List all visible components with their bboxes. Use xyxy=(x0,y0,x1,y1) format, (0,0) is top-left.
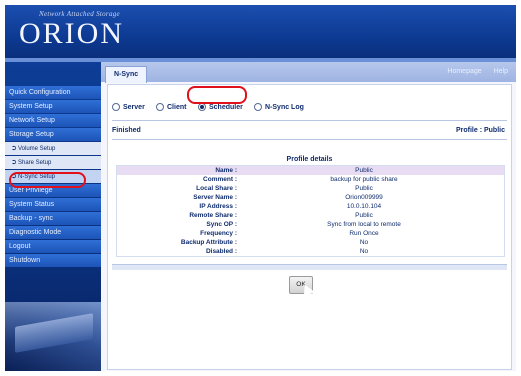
sidebar-item-backup-sync[interactable]: Backup - sync xyxy=(5,212,101,225)
details-footer-bar xyxy=(112,264,507,270)
detail-label: Frequency : xyxy=(200,230,237,237)
sidebar-subitem-label: Share Setup xyxy=(18,160,52,166)
detail-value: Run Once xyxy=(349,230,379,237)
radio-selected-icon xyxy=(198,103,206,112)
arrow-icon: ➲ xyxy=(11,145,17,152)
tab-bar: N-Sync Homepage Help xyxy=(101,62,516,83)
detail-row: Local Share : Public xyxy=(117,184,504,193)
detail-row: Sync OP : Sync from local to remote xyxy=(117,220,504,229)
detail-row: Name : Public xyxy=(117,166,504,175)
detail-label: Local Share : xyxy=(196,185,237,192)
divider xyxy=(112,139,507,140)
sidebar-item-system-setup[interactable]: System Setup xyxy=(5,100,101,113)
detail-row: Frequency : Run Once xyxy=(117,229,504,238)
sidebar-item-system-status[interactable]: System Status xyxy=(5,198,101,211)
detail-row: Disabled : No xyxy=(117,247,504,256)
profile-label: Profile : Public xyxy=(455,127,505,134)
sidebar-subitem-share-setup[interactable]: ➲Share Setup xyxy=(5,156,101,169)
status-text: Finished xyxy=(112,127,141,134)
detail-value: Sync from local to remote xyxy=(327,221,401,228)
detail-label: Comment : xyxy=(203,176,237,183)
radio-label: Scheduler xyxy=(209,104,243,111)
arrow-icon: ➲ xyxy=(11,159,17,166)
detail-row: Server Name : Orion009999 xyxy=(117,193,504,202)
top-links: Homepage Help xyxy=(437,68,508,75)
detail-label: Backup Attribute : xyxy=(180,239,237,246)
detail-value: Public xyxy=(355,212,373,219)
mode-radio-group: Server Client Scheduler N-Sync Log xyxy=(108,101,511,115)
detail-value: 10.0.10.104 xyxy=(346,203,382,210)
detail-row: IP Address : 10.0.10.104 xyxy=(117,202,504,211)
detail-label: Remote Share : xyxy=(189,212,237,219)
radio-label: Server xyxy=(123,104,145,111)
detail-label: Disabled : xyxy=(205,248,237,255)
scheduler-highlight xyxy=(187,86,247,104)
sidebar-item-storage-setup[interactable]: Storage Setup xyxy=(5,128,101,141)
sidebar-item-shutdown[interactable]: Shutdown xyxy=(5,254,101,267)
detail-value: No xyxy=(359,248,369,255)
radio-client[interactable]: Client xyxy=(156,101,186,115)
profile-details-title: Profile details xyxy=(286,156,333,163)
homepage-link[interactable]: Homepage xyxy=(447,68,481,75)
sidebar-item-quick-configuration[interactable]: Quick Configuration xyxy=(5,86,101,99)
radio-circle-icon xyxy=(254,103,262,112)
orion-logo: ORION xyxy=(19,17,124,50)
sidebar-device-image xyxy=(5,302,101,371)
detail-value: Public xyxy=(355,167,373,174)
detail-value: Public xyxy=(355,185,373,192)
detail-row: Comment : backup for public share xyxy=(117,175,504,184)
sidebar-subitem-volume-setup[interactable]: ➲Volume Setup xyxy=(5,142,101,155)
main-content: N-Sync Homepage Help Server Client Sched… xyxy=(101,62,516,371)
sidebar-item-diagnostic-mode[interactable]: Diagnostic Mode xyxy=(5,226,101,239)
detail-row: Remote Share : Public xyxy=(117,211,504,220)
nsync-setup-highlight xyxy=(9,172,86,188)
detail-label: IP Address : xyxy=(199,203,237,210)
radio-server[interactable]: Server xyxy=(112,101,145,115)
detail-value: No xyxy=(359,239,369,246)
radio-label: Client xyxy=(167,104,187,111)
sidebar: Quick Configuration System Setup Network… xyxy=(5,62,101,371)
tab-nsync[interactable]: N-Sync xyxy=(105,66,148,83)
detail-label: Sync OP : xyxy=(206,221,237,228)
app-window: Network Attached Storage ORION Quick Con… xyxy=(5,5,516,371)
help-link[interactable]: Help xyxy=(494,68,508,75)
detail-row: Backup Attribute : No xyxy=(117,238,504,247)
profile-details-table: Name : Public Comment : backup for publi… xyxy=(116,165,505,257)
detail-label: Name : xyxy=(215,167,237,174)
header-banner: Network Attached Storage ORION xyxy=(5,5,516,58)
detail-label: Server Name : xyxy=(193,194,237,201)
nsync-panel: Server Client Scheduler N-Sync Log Finis… xyxy=(107,84,512,370)
divider xyxy=(112,120,507,121)
radio-circle-icon xyxy=(112,103,120,112)
radio-circle-icon xyxy=(156,103,164,112)
detail-value: backup for public share xyxy=(330,176,398,183)
sidebar-subitem-label: Volume Setup xyxy=(18,146,56,152)
detail-value: Orion009999 xyxy=(345,194,383,201)
sidebar-item-logout[interactable]: Logout xyxy=(5,240,101,253)
radio-label: N-Sync Log xyxy=(265,104,304,111)
sidebar-item-network-setup[interactable]: Network Setup xyxy=(5,114,101,127)
radio-nsync-log[interactable]: N-Sync Log xyxy=(254,101,304,115)
